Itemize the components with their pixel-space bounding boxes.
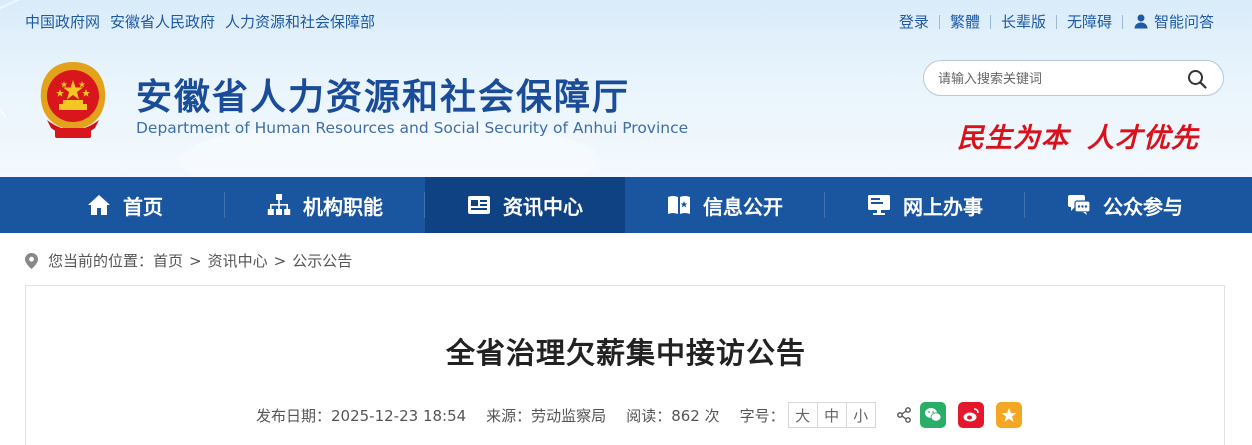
divider xyxy=(938,14,940,29)
open-book-icon xyxy=(668,196,690,214)
org-chart-icon xyxy=(267,194,291,215)
nav-news[interactable]: 资讯中心 xyxy=(425,177,625,233)
publish-date: 发布日期：2025-12-23 18:54 xyxy=(256,406,467,425)
breadcrumb-prefix: 您当前的位置： xyxy=(48,252,154,270)
article-title: 全省治理欠薪集中接访公告 xyxy=(445,336,806,370)
site-title[interactable]: 安徽省人力资源和社会保障厅 xyxy=(136,68,630,120)
divider xyxy=(1055,14,1057,29)
search-icon[interactable] xyxy=(1187,69,1207,89)
nav-open-info[interactable]: 信息公开 xyxy=(625,177,825,233)
person-icon xyxy=(1134,14,1148,29)
nav-home[interactable]: 首页 xyxy=(25,177,225,233)
search-input[interactable] xyxy=(938,69,1178,89)
slogan-part-1: 民生为本 xyxy=(957,123,1069,154)
location-pin-icon xyxy=(25,252,38,269)
article-meta: 发布日期：2025-12-23 18:54 来源：劳动监察局 阅读：862 次 … xyxy=(256,402,1034,428)
nav-label: 公众参与 xyxy=(1103,194,1183,219)
share-bar xyxy=(896,402,1034,428)
nav-label: 首页 xyxy=(123,194,163,219)
site-subtitle: Department of Human Resources and Social… xyxy=(136,119,689,137)
read-count: 阅读：862 次 xyxy=(626,406,720,425)
breadcrumb: 您当前的位置： 首页 > 资讯中心 > 公示公告 xyxy=(25,250,352,271)
main-nav: 首页 机构职能 资讯中心 信息公开 网上办事 公众参与 xyxy=(0,177,1252,233)
breadcrumb-home[interactable]: 首页 xyxy=(153,250,183,271)
article-source: 来源：劳动监察局 xyxy=(486,406,607,425)
chat-icon xyxy=(1068,195,1091,215)
link-mohrss[interactable]: 人力资源和社会保障部 xyxy=(225,11,375,32)
nav-label: 网上办事 xyxy=(903,194,983,219)
accessibility-link[interactable]: 无障碍 xyxy=(1067,11,1112,32)
font-size-large[interactable]: 大 xyxy=(787,402,818,428)
link-gov-cn[interactable]: 中国政府网 xyxy=(25,11,100,32)
slogan-part-2: 人才优先 xyxy=(1087,123,1199,154)
site-header: 中国政府网 安徽省人民政府 人力资源和社会保障部 登录 繁體 长辈版 无障碍 智… xyxy=(0,0,1252,177)
smart-qa-link[interactable]: 智能问答 xyxy=(1133,11,1214,32)
link-anhui-gov[interactable]: 安徽省人民政府 xyxy=(110,11,215,32)
breadcrumb-separator: > xyxy=(273,251,287,270)
top-links: 中国政府网 安徽省人民政府 人力资源和社会保障部 xyxy=(25,11,375,32)
font-size-label: 字号： xyxy=(739,406,785,425)
breadcrumb-notices[interactable]: 公示公告 xyxy=(292,250,352,271)
monitor-icon xyxy=(868,195,890,215)
traditional-chinese-link[interactable]: 繁體 xyxy=(950,11,980,32)
nav-online-service[interactable]: 网上办事 xyxy=(825,177,1025,233)
divider xyxy=(1121,14,1123,29)
font-size-medium[interactable]: 中 xyxy=(816,402,847,428)
nav-label: 机构职能 xyxy=(303,194,383,219)
smart-qa-label: 智能问答 xyxy=(1153,13,1214,31)
share-icon[interactable] xyxy=(896,407,912,423)
nav-label: 资讯中心 xyxy=(503,194,583,219)
home-icon xyxy=(88,195,110,215)
national-emblem-icon[interactable] xyxy=(33,58,113,144)
article-panel: 全省治理欠薪集中接访公告 发布日期：2025-12-23 18:54 来源：劳动… xyxy=(25,285,1225,445)
news-icon xyxy=(468,196,490,214)
wechat-icon[interactable] xyxy=(919,402,946,428)
breadcrumb-news[interactable]: 资讯中心 xyxy=(208,250,268,271)
font-size-switcher: 大 中 小 xyxy=(787,402,876,428)
nav-org[interactable]: 机构职能 xyxy=(225,177,425,233)
elder-version-link[interactable]: 长辈版 xyxy=(1001,11,1046,32)
font-size-small[interactable]: 小 xyxy=(845,402,876,428)
nav-label: 信息公开 xyxy=(703,194,783,219)
slogan: 民生为本 人才优先 xyxy=(957,116,1199,155)
weibo-icon[interactable] xyxy=(957,402,984,428)
favorite-icon[interactable] xyxy=(995,402,1022,428)
login-link[interactable]: 登录 xyxy=(899,11,929,32)
nav-public[interactable]: 公众参与 xyxy=(1025,177,1225,233)
search-box xyxy=(923,60,1224,96)
divider xyxy=(989,14,991,29)
top-right-links: 登录 繁體 长辈版 无障碍 智能问答 xyxy=(899,11,1214,32)
breadcrumb-separator: > xyxy=(189,251,202,270)
